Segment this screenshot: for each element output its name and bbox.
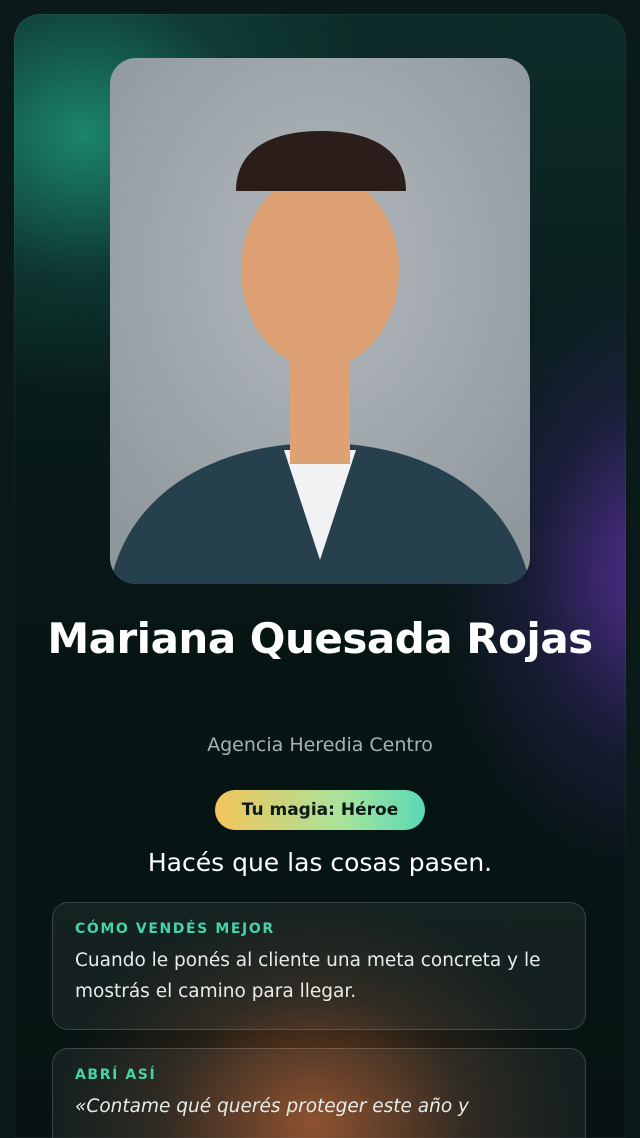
- section-title: ABRÍ ASÍ: [75, 1067, 157, 1083]
- section-text: Cuando le ponés al cliente una meta conc…: [75, 950, 541, 1002]
- section-card-open-like-this: ABRÍ ASÍ «Contame qué querés proteger es…: [52, 1048, 586, 1138]
- profile-card: Mariana Quesada Rojas Agencia Heredia Ce…: [14, 14, 626, 1138]
- profile-tagline: Hacés que las cosas pasen.: [147, 848, 493, 877]
- agency-name: Agencia Heredia Centro: [207, 734, 433, 756]
- section-text: «Contame qué querés proteger este año y: [75, 1096, 470, 1117]
- profile-avatar: [110, 58, 530, 584]
- section-title: CÓMO VENDÉS MEJOR: [75, 921, 275, 937]
- magic-badge: Tu magia: Héroe: [215, 790, 425, 830]
- section-card-sell-best: CÓMO VENDÉS MEJOR Cuando le ponés al cli…: [52, 902, 586, 1030]
- profile-name: Mariana Quesada Rojas: [47, 614, 593, 663]
- avatar-illustration: [110, 58, 530, 584]
